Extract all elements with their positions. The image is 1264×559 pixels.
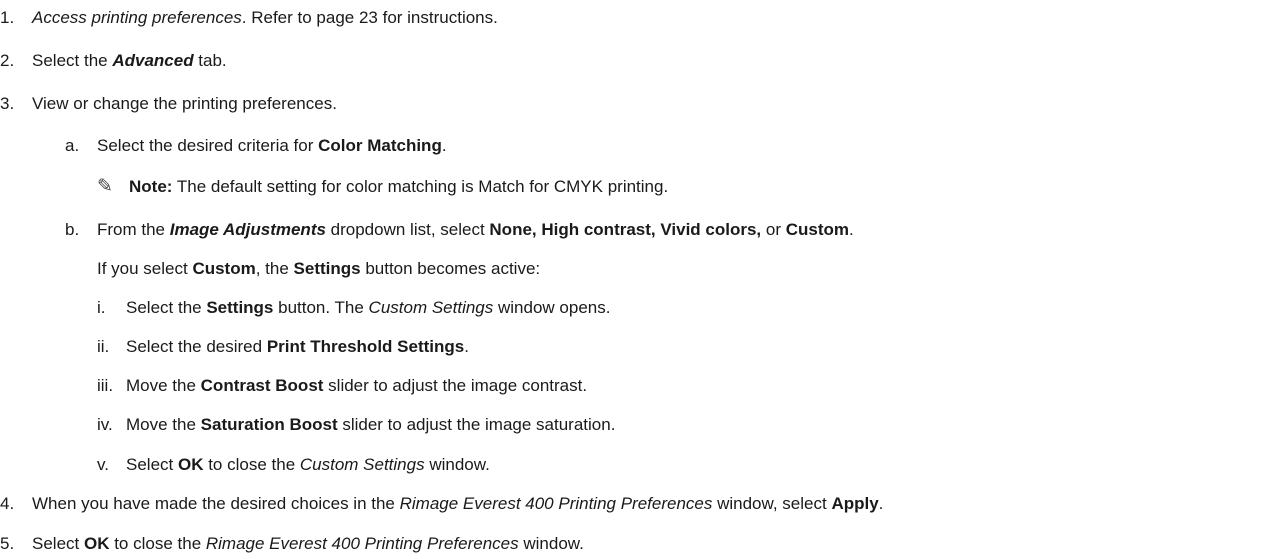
step-text: If you select Custom, the Settings butto… [97, 258, 540, 280]
step-number: iii. [97, 376, 114, 395]
step-number: 5. [0, 534, 15, 553]
plain-text: . [848, 220, 854, 239]
plain-text: Select the [126, 298, 207, 317]
step-number: 3. [0, 94, 15, 113]
emphasis-text: Custom [785, 220, 849, 239]
emphasis-text: Custom [192, 259, 256, 278]
plain-text: to close the [203, 455, 300, 474]
emphasis-text: Custom Settings [368, 298, 494, 317]
plain-text: Select [126, 455, 178, 474]
plain-text: window opens. [493, 298, 611, 317]
step-number: 4. [0, 494, 15, 513]
plain-text: Move the [126, 376, 201, 395]
plain-text: window, select [712, 494, 832, 513]
step-number: ii. [97, 337, 110, 356]
emphasis-text: Settings [206, 298, 274, 317]
plain-text: View or change the printing preferences. [32, 94, 337, 113]
step-number: v. [97, 455, 109, 474]
step-text: Move the Saturation Boost slider to adju… [126, 414, 615, 436]
step-text: Access printing preferences. Refer to pa… [32, 7, 498, 29]
emphasis-text: OK [83, 534, 110, 553]
plain-text: window. [518, 534, 584, 553]
plain-text: Select [32, 534, 84, 553]
emphasis-text: Custom Settings [299, 455, 425, 474]
emphasis-text: Rimage Everest 400 Printing Preferences [399, 494, 713, 513]
plain-text: , the [255, 259, 294, 278]
plain-text: to close the [109, 534, 206, 553]
step-number: 2. [0, 51, 15, 70]
emphasis-text: Apply [831, 494, 879, 513]
plain-text: . [441, 136, 447, 155]
step-text: Select the Advanced tab. [32, 50, 227, 72]
emphasis-text: Contrast Boost [200, 376, 324, 395]
plain-text: Move the [126, 415, 201, 434]
step-text: From the Image Adjustments dropdown list… [97, 219, 854, 241]
plain-text: . Refer to page 23 for instructions. [241, 8, 498, 27]
step-text: Select OK to close the Custom Settings w… [126, 454, 490, 476]
step-number: i. [97, 298, 106, 317]
plain-text: When you have made the desired choices i… [32, 494, 400, 513]
plain-text: or [761, 220, 786, 239]
plain-text: Select the desired [126, 337, 267, 356]
emphasis-text: OK [177, 455, 204, 474]
emphasis-text: Settings [293, 259, 361, 278]
step-text: Move the Contrast Boost slider to adjust… [126, 375, 587, 397]
emphasis-text: Advanced [112, 51, 194, 70]
step-text: Select the desired criteria for Color Ma… [97, 135, 447, 157]
plain-text: . [878, 494, 884, 513]
emphasis-text: None, High contrast, Vivid colors, [489, 220, 762, 239]
plain-text: slider to adjust the image contrast. [323, 376, 588, 395]
plain-text: Select the desired criteria for [97, 136, 319, 155]
plain-text: window. [424, 455, 490, 474]
step-number: 1. [0, 8, 15, 27]
plain-text: Select the [32, 51, 113, 70]
plain-text: If you select [97, 259, 193, 278]
step-text: View or change the printing preferences. [32, 93, 337, 115]
emphasis-text: Saturation Boost [200, 415, 338, 434]
plain-text: button. The [273, 298, 369, 317]
step-number: b. [65, 220, 80, 239]
plain-text: The default setting for color matching i… [172, 177, 669, 196]
plain-text: slider to adjust the image saturation. [337, 415, 616, 434]
plain-text: tab. [193, 51, 227, 70]
step-number: iv. [97, 415, 113, 434]
emphasis-text: Color Matching [318, 136, 442, 155]
note-text: ✎ Note: The default setting for color mat… [97, 176, 668, 198]
plain-text: dropdown list, select [325, 220, 490, 239]
step-text: Select the Settings button. The Custom S… [126, 297, 610, 319]
plain-text: . [464, 337, 469, 356]
plain-text: button becomes active: [360, 259, 541, 278]
emphasis-text: Rimage Everest 400 Printing Preferences [205, 534, 519, 553]
step-text: Select OK to close the Rimage Everest 40… [32, 533, 584, 555]
emphasis-text: Access printing preferences [32, 8, 242, 27]
plain-text: From the [97, 220, 170, 239]
step-text: When you have made the desired choices i… [32, 493, 883, 515]
step-text: Select the desired Print Threshold Setti… [126, 336, 469, 358]
pencil-note-icon: ✎ [97, 176, 113, 197]
step-number: a. [65, 136, 80, 155]
emphasis-text: Image Adjustments [169, 220, 326, 239]
emphasis-text: Note: [129, 177, 173, 196]
emphasis-text: Print Threshold Settings [266, 337, 465, 356]
